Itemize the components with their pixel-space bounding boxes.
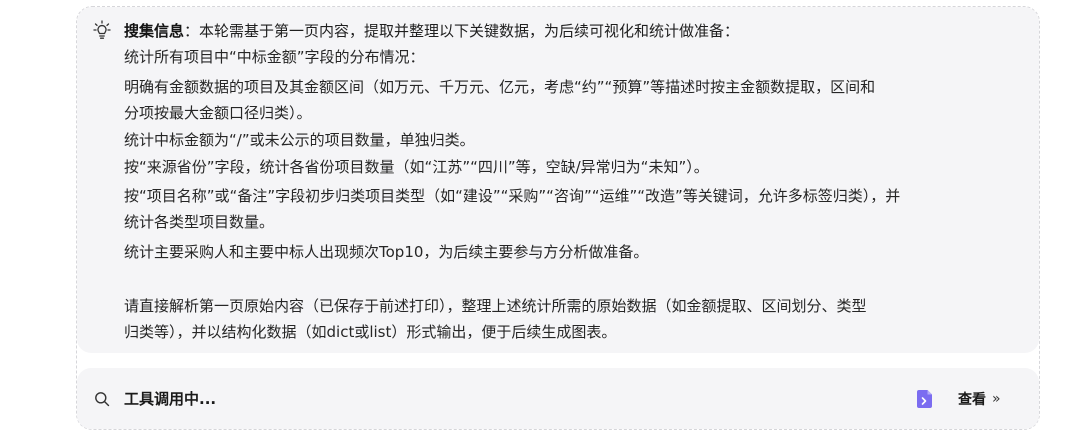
info-heading-title: 搜集信息 [124, 22, 185, 40]
instruction-line: 归类等），并以结构化数据（如dict或list）形式输出，便于后续生成图表。 [124, 323, 617, 341]
info-line: 统计所有项目中“中标金额”字段的分布情况： [124, 48, 425, 66]
info-line: 统计中标金额为“/”或未公示的项目数量，单独归类。 [124, 131, 475, 149]
info-line: 统计主要采购人和主要中标人出现频次Top10，为后续主要参与方分析做准备。 [124, 243, 649, 261]
info-heading: 搜集信息：本轮需基于第一页内容，提取并整理以下关键数据，为后续可视化和统计做准备… [124, 19, 739, 43]
document-icon [917, 390, 932, 408]
info-line: 按“项目名称”或“备注”字段初步归类项目类型（如“建设”“采购”“咨询”“运维”… [124, 187, 901, 205]
view-button[interactable]: 查看 » [916, 386, 1001, 412]
lightbulb-icon [93, 20, 111, 39]
tool-status-text: 工具调用中... [124, 390, 217, 408]
tool-call-bar [77, 368, 1039, 429]
search-icon [95, 392, 110, 407]
info-line: 按“来源省份”字段，统计各省份项目数量（如“江苏”“四川”等，空缺/异常归为“未… [124, 158, 709, 176]
info-line: 明确有金额数据的项目及其金额区间（如万元、千万元、亿元，考虑“约”“预算”等描述… [124, 78, 876, 96]
view-button-label: 查看 [958, 392, 986, 408]
instruction-line: 请直接解析第一页原始内容（已保存于前述打印），整理上述统计所需的原始数据（如金额… [124, 297, 867, 315]
double-chevron-right-icon: » [992, 391, 1001, 407]
info-line: 分项按最大金额口径归类）。 [124, 104, 312, 122]
info-line: 统计各类型项目数量。 [124, 213, 275, 231]
info-heading-text: ：本轮需基于第一页内容，提取并整理以下关键数据，为后续可视化和统计做准备： [184, 22, 740, 40]
